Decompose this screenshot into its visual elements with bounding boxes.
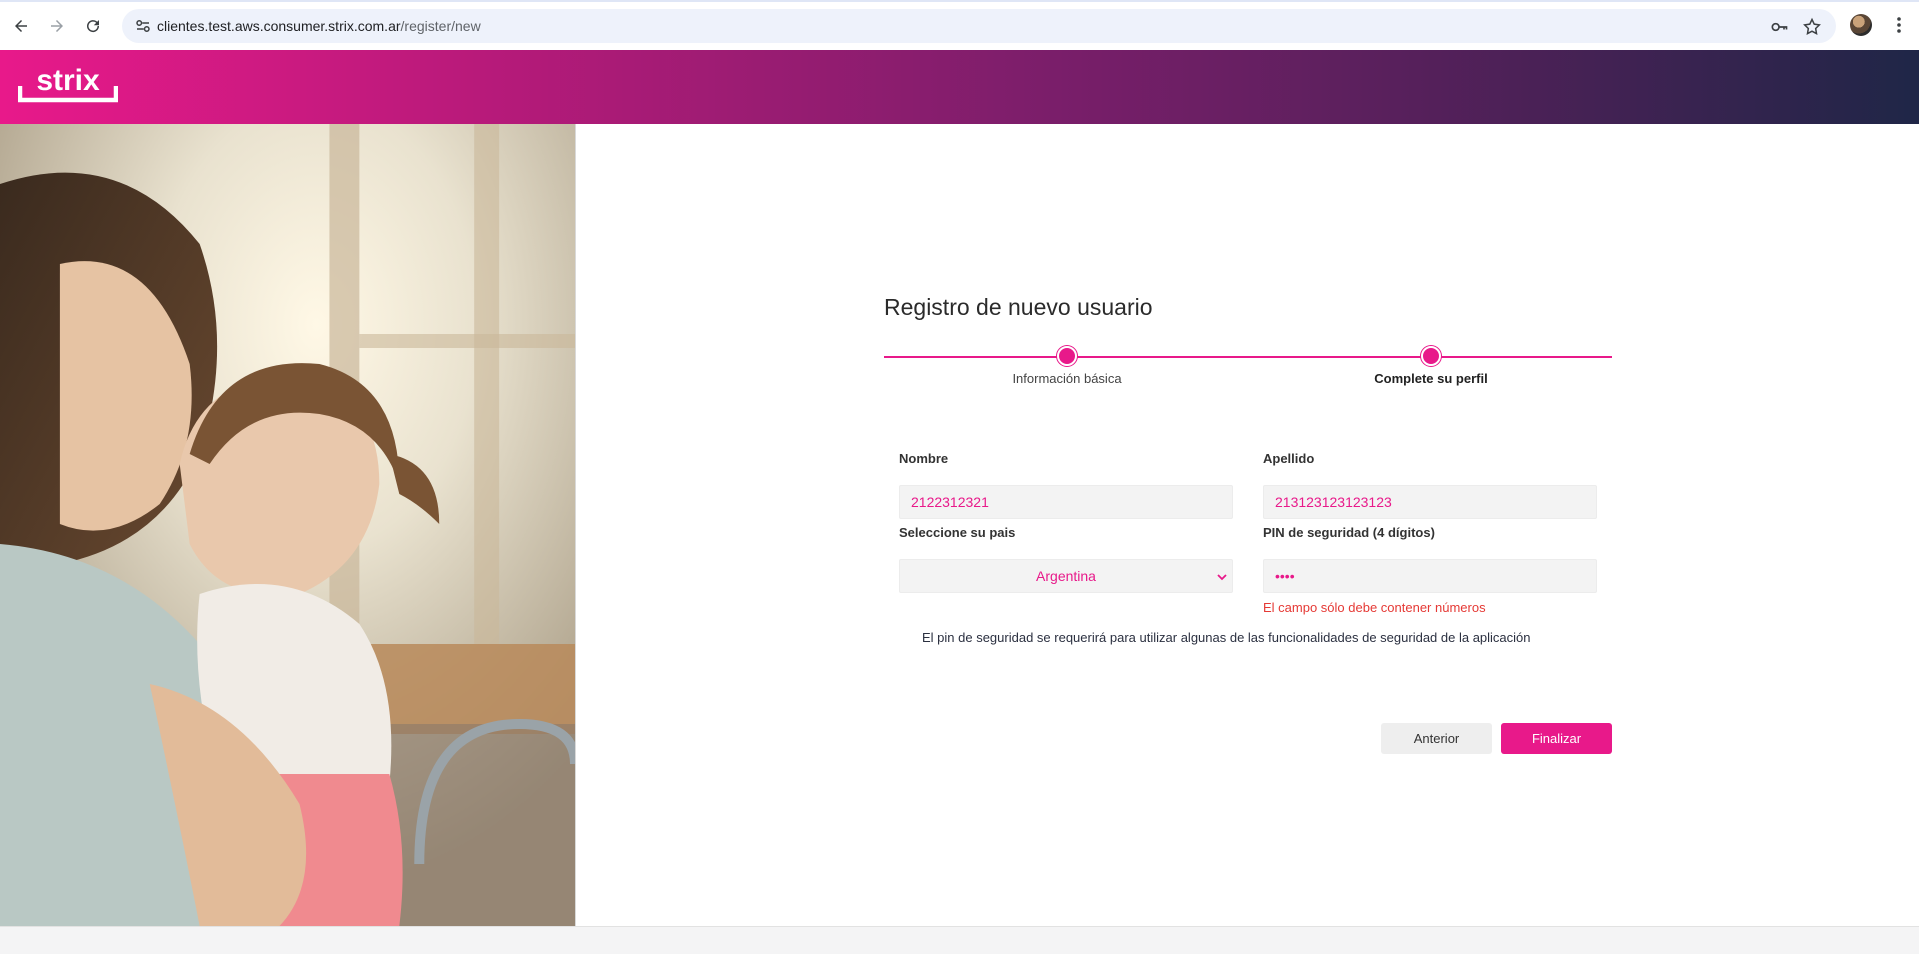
menu-icon[interactable] bbox=[1891, 14, 1907, 36]
pin-label: PIN de seguridad (4 dígitos) bbox=[1263, 525, 1435, 540]
anterior-button[interactable]: Anterior bbox=[1381, 723, 1492, 754]
chevron-down-icon bbox=[1216, 570, 1228, 582]
step-dot bbox=[1421, 346, 1441, 366]
key-icon[interactable] bbox=[1769, 17, 1789, 37]
forward-icon[interactable] bbox=[45, 14, 69, 38]
star-icon[interactable] bbox=[1802, 17, 1822, 37]
step-basic-info: Información básica bbox=[967, 346, 1167, 386]
pin-info-text: El pin de seguridad se requerirá para ut… bbox=[922, 630, 1531, 645]
site-info-icon[interactable] bbox=[134, 17, 152, 35]
pin-error-message: El campo sólo debe contener números bbox=[1263, 600, 1486, 615]
nombre-input[interactable]: 2122312321 bbox=[899, 485, 1233, 519]
app-header: strix bbox=[0, 50, 1919, 124]
footer-strip bbox=[0, 926, 1919, 954]
svg-text:strix: strix bbox=[36, 64, 100, 97]
address-bar[interactable]: clientes.test.aws.consumer.strix.com.ar/… bbox=[122, 9, 1836, 43]
main-content: Registro de nuevo usuario Información bá… bbox=[0, 124, 1919, 926]
tab-strip-edge bbox=[0, 0, 1919, 2]
browser-toolbar: clientes.test.aws.consumer.strix.com.ar/… bbox=[0, 0, 1919, 50]
avatar[interactable] bbox=[1850, 14, 1872, 36]
back-icon[interactable] bbox=[9, 14, 33, 38]
pin-input[interactable]: •••• bbox=[1263, 559, 1597, 593]
step-label: Complete su perfil bbox=[1374, 371, 1488, 386]
hero-photo bbox=[0, 124, 576, 926]
strix-logo[interactable]: strix bbox=[17, 64, 119, 106]
url-text: clientes.test.aws.consumer.strix.com.ar/… bbox=[157, 18, 481, 34]
page-title: Registro de nuevo usuario bbox=[884, 294, 1153, 320]
stepper: Información básica Complete su perfil bbox=[884, 346, 1612, 386]
country-select[interactable]: Argentina bbox=[899, 559, 1233, 593]
apellido-label: Apellido bbox=[1263, 451, 1315, 466]
apellido-input[interactable]: 213123123123123 bbox=[1263, 485, 1597, 519]
url-host: clientes.test.aws.consumer.strix.com.ar bbox=[157, 18, 401, 34]
finalizar-button[interactable]: Finalizar bbox=[1501, 723, 1612, 754]
step-label: Información básica bbox=[1012, 371, 1122, 386]
country-selected-value: Argentina bbox=[1036, 568, 1096, 584]
step-complete-profile: Complete su perfil bbox=[1331, 346, 1531, 386]
reload-icon[interactable] bbox=[81, 14, 105, 38]
url-path: /register/new bbox=[400, 18, 481, 34]
pais-label: Seleccione su pais bbox=[899, 525, 1016, 540]
nombre-label: Nombre bbox=[899, 451, 949, 466]
step-dot bbox=[1057, 346, 1077, 366]
